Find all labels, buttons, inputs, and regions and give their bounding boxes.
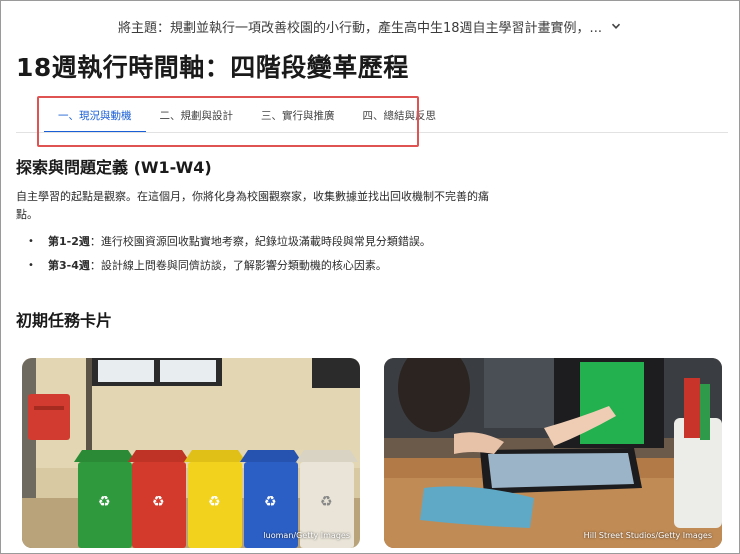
chevron-down-icon — [610, 20, 622, 32]
list-item: • 第3-4週：設計線上問卷與同儕訪談，了解影響分類動機的核心因素。 — [28, 259, 431, 273]
topic-text: 將主題：規劃並執行一項改善校園的小行動，產生高中生18週自主學習計畫實例，... — [118, 20, 602, 36]
page-title: 18週執行時間軸：四階段變革歷程 — [16, 53, 409, 82]
tab-implementation-promotion[interactable]: 三、實行與推廣 — [247, 98, 349, 133]
tab-divider — [16, 132, 728, 133]
svg-text:♻: ♻ — [152, 494, 165, 510]
bullet-icon: • — [28, 236, 34, 247]
bullet-lead: 第1-2週 — [48, 235, 90, 248]
section-intro: 自主學習的起點是觀察。在這個月，你將化身為校園觀察家，收集數據並找出回收機制不完… — [16, 190, 489, 221]
photo-credit: luoman/Getty Images — [263, 531, 350, 540]
svg-text:♻: ♻ — [98, 494, 111, 510]
tab-bar: 一、現況與動機 二、規劃與設計 三、實行與推廣 四、總結與反思 — [44, 98, 450, 134]
tablet-collaboration-photo — [384, 358, 722, 548]
recycling-bins-photo: ♻ ♻ ♻ ♻ ♻ — [22, 358, 360, 548]
tab-summary-reflection[interactable]: 四、總結與反思 — [349, 98, 451, 133]
tab-status-motivation[interactable]: 一、現況與動機 — [44, 98, 146, 133]
photo-credit: Hill Street Studios/Getty Images — [583, 531, 712, 540]
cards-heading: 初期任務卡片 — [16, 311, 113, 330]
bullet-text: ：進行校園資源回收點實地考察，紀錄垃圾滿載時段與常見分類錯誤。 — [89, 235, 431, 248]
bullet-lead: 第3-4週 — [48, 259, 90, 272]
task-card-tablet[interactable]: Hill Street Studios/Getty Images — [384, 358, 722, 548]
bullet-icon: • — [28, 260, 34, 271]
svg-text:♻: ♻ — [264, 494, 277, 510]
tab-planning-design[interactable]: 二、規劃與設計 — [146, 98, 248, 133]
section-heading: 探索與問題定義 (W1-W4) — [16, 158, 212, 177]
svg-text:♻: ♻ — [208, 494, 221, 510]
task-card-recycling[interactable]: ♻ ♻ ♻ ♻ ♻ luoman/Getty Images — [22, 358, 360, 548]
bullet-text: ：設計線上問卷與同儕訪談，了解影響分類動機的核心因素。 — [89, 259, 387, 272]
svg-text:♻: ♻ — [320, 494, 333, 510]
week-bullet-list: • 第1-2週：進行校園資源回收點實地考察，紀錄垃圾滿載時段與常見分類錯誤。 •… — [28, 235, 431, 283]
list-item: • 第1-2週：進行校園資源回收點實地考察，紀錄垃圾滿載時段與常見分類錯誤。 — [28, 235, 431, 249]
topic-selector[interactable]: 將主題：規劃並執行一項改善校園的小行動，產生高中生18週自主學習計畫實例，... — [0, 12, 740, 40]
